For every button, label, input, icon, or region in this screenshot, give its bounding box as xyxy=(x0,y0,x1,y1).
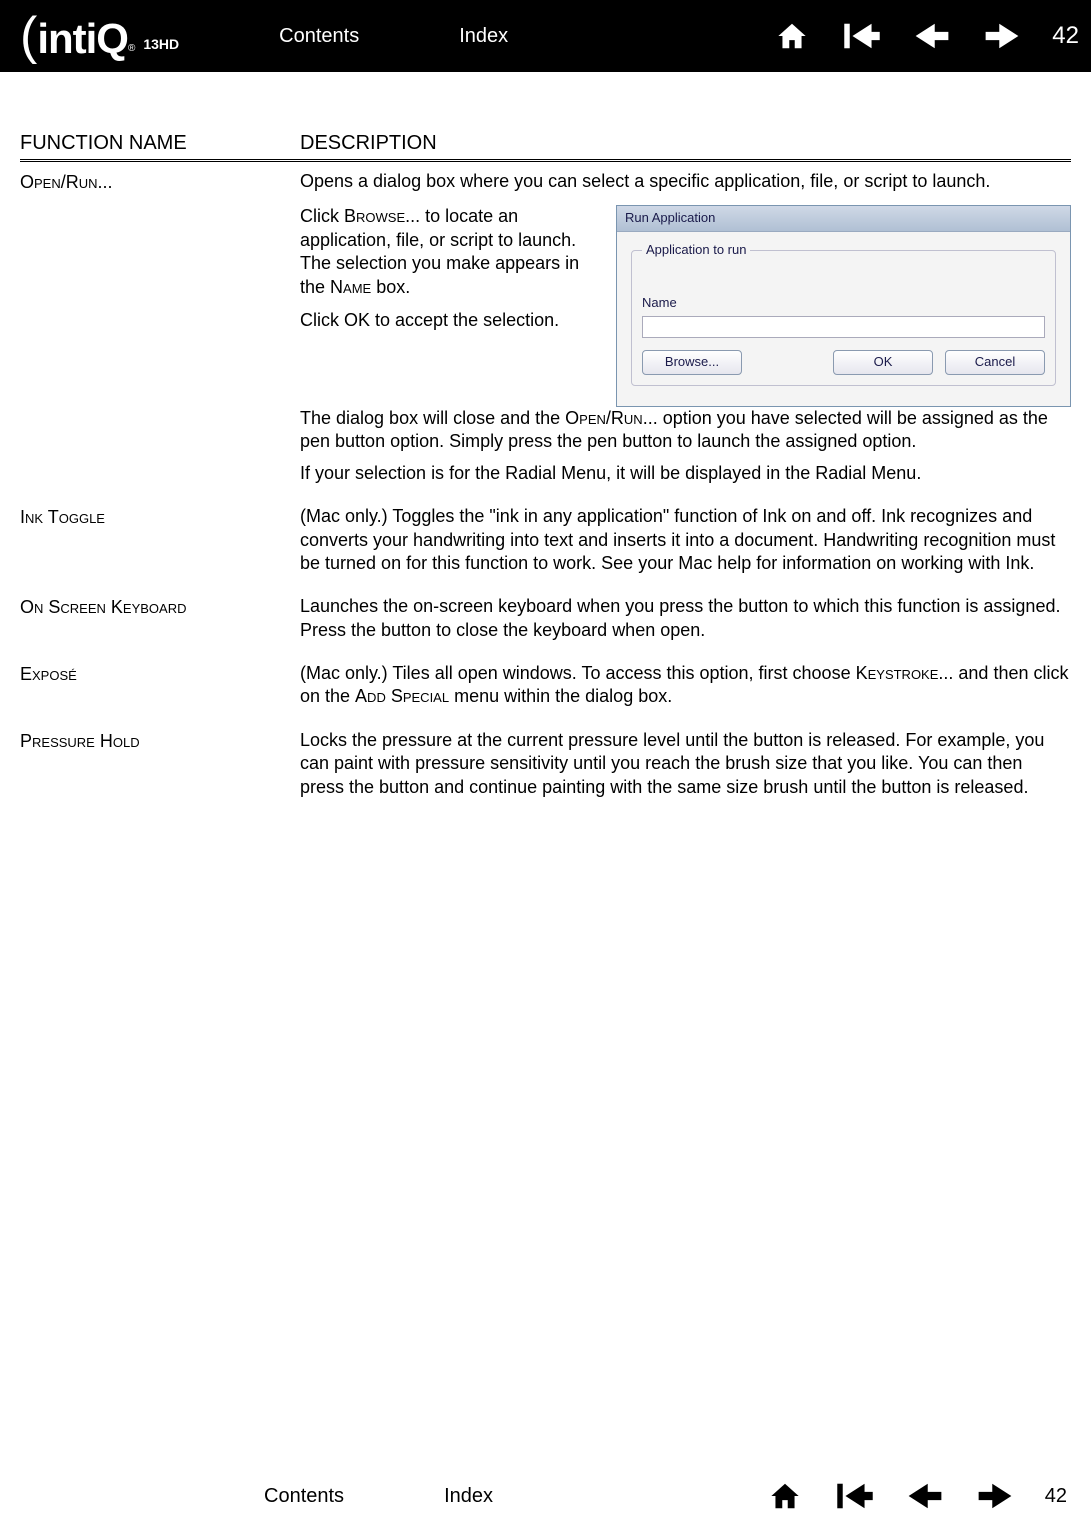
logo-subtext: 13HD xyxy=(143,36,179,66)
open-run-p5: If your selection is for the Radial Menu… xyxy=(300,462,1071,485)
osk-desc: Launches the on-screen keyboard when you… xyxy=(300,595,1071,642)
logo-text: intiQ xyxy=(37,15,128,63)
logo-paren: ( xyxy=(20,6,37,66)
contents-link[interactable]: Contents xyxy=(279,25,359,48)
bottom-nav-links: Contents Index xyxy=(264,1485,765,1508)
bottom-nav-icons: 42 xyxy=(765,1476,1067,1516)
phold-desc: Locks the pressure at the current pressu… xyxy=(300,729,1071,799)
dialog-legend: Application to run xyxy=(642,242,750,259)
dialog-right-buttons: OK Cancel xyxy=(833,350,1045,375)
home-icon[interactable] xyxy=(772,16,812,56)
name-label: Name xyxy=(642,295,1045,312)
open-run-subrow: Click Browse... to locate an application… xyxy=(300,205,1071,407)
column-function-name: FUNCTION NAME xyxy=(20,132,300,155)
prev-page-icon[interactable] xyxy=(912,16,952,56)
page-number-top: 42 xyxy=(1052,22,1079,50)
dialog-title: Run Application xyxy=(617,206,1070,232)
open-run-p4: The dialog box will close and the Open/R… xyxy=(300,407,1071,454)
cancel-button[interactable]: Cancel xyxy=(945,350,1045,375)
dialog-buttons: Browse... OK Cancel xyxy=(642,350,1045,375)
function-name: Open/Run... xyxy=(20,170,300,493)
browse-button[interactable]: Browse... xyxy=(642,350,742,375)
contents-link-bottom[interactable]: Contents xyxy=(264,1485,344,1508)
expose-label: Exposé xyxy=(20,664,77,684)
t: menu within the dialog box. xyxy=(449,686,672,706)
open-run-label: Open/Run... xyxy=(20,172,113,192)
top-nav-links: Contents Index xyxy=(279,25,772,48)
next-page-icon[interactable] xyxy=(982,16,1022,56)
run-application-dialog: Run Application Application to run Name … xyxy=(616,205,1071,407)
osk-label: On Screen Keyboard xyxy=(20,597,186,617)
page-content: FUNCTION NAME DESCRIPTION Open/Run... Op… xyxy=(0,72,1091,807)
ok-button[interactable]: OK xyxy=(833,350,933,375)
column-description: DESCRIPTION xyxy=(300,132,1071,155)
t: (Mac only.) Tiles all open windows. To a… xyxy=(300,663,856,683)
t: Add Special xyxy=(355,686,449,706)
top-nav-icons: 42 xyxy=(772,16,1079,56)
next-page-icon[interactable] xyxy=(975,1476,1015,1516)
ink-toggle-label: Ink Toggle xyxy=(20,507,105,527)
first-page-icon[interactable] xyxy=(835,1476,875,1516)
page-number-bottom: 42 xyxy=(1045,1485,1067,1508)
logo: ( intiQ ® 13HD xyxy=(0,6,179,66)
open-run-p3: Click OK to accept the selection. xyxy=(300,309,600,332)
prev-page-icon[interactable] xyxy=(905,1476,945,1516)
dialog-body: Application to run Name Browse... OK Can… xyxy=(617,232,1070,406)
t: Keystroke xyxy=(856,663,939,683)
table-row: Exposé (Mac only.) Tiles all open window… xyxy=(20,662,1071,717)
function-description: Opens a dialog box where you can select … xyxy=(300,170,1071,493)
table-row: On Screen Keyboard Launches the on-scree… xyxy=(20,595,1071,650)
open-run-subtext: Click Browse... to locate an application… xyxy=(300,205,600,407)
expose-desc: (Mac only.) Tiles all open windows. To a… xyxy=(300,662,1071,709)
top-bar: ( intiQ ® 13HD Contents Index 42 xyxy=(0,0,1091,72)
table-header: FUNCTION NAME DESCRIPTION xyxy=(20,132,1071,162)
ink-desc: (Mac only.) Toggles the "ink in any appl… xyxy=(300,505,1071,575)
function-name: Exposé xyxy=(20,662,300,717)
t: The dialog box will close and the xyxy=(300,408,565,428)
table-row: Pressure Hold Locks the pressure at the … xyxy=(20,729,1071,807)
first-page-icon[interactable] xyxy=(842,16,882,56)
function-name: Ink Toggle xyxy=(20,505,300,583)
function-name: Pressure Hold xyxy=(20,729,300,807)
table-row: Open/Run... Opens a dialog box where you… xyxy=(20,170,1071,493)
t: box. xyxy=(371,277,410,297)
open-run-p1: Opens a dialog box where you can select … xyxy=(300,170,1071,193)
dialog-fieldset: Application to run Name Browse... OK Can… xyxy=(631,242,1056,386)
function-name: On Screen Keyboard xyxy=(20,595,300,650)
pressure-hold-label: Pressure Hold xyxy=(20,731,140,751)
t: Browse xyxy=(344,206,405,226)
function-description: (Mac only.) Toggles the "ink in any appl… xyxy=(300,505,1071,583)
registered-icon: ® xyxy=(128,43,135,54)
index-link[interactable]: Index xyxy=(459,25,508,48)
function-description: Locks the pressure at the current pressu… xyxy=(300,729,1071,807)
function-description: (Mac only.) Tiles all open windows. To a… xyxy=(300,662,1071,717)
index-link-bottom[interactable]: Index xyxy=(444,1485,493,1508)
t: Open/Run xyxy=(565,408,643,428)
name-input[interactable] xyxy=(642,316,1045,338)
t: Click xyxy=(300,206,344,226)
function-description: Launches the on-screen keyboard when you… xyxy=(300,595,1071,650)
t: Name xyxy=(330,277,371,297)
open-run-p2: Click Browse... to locate an application… xyxy=(300,205,600,299)
home-icon[interactable] xyxy=(765,1476,805,1516)
table-row: Ink Toggle (Mac only.) Toggles the "ink … xyxy=(20,505,1071,583)
bottom-bar: Contents Index 42 xyxy=(0,1476,1091,1516)
